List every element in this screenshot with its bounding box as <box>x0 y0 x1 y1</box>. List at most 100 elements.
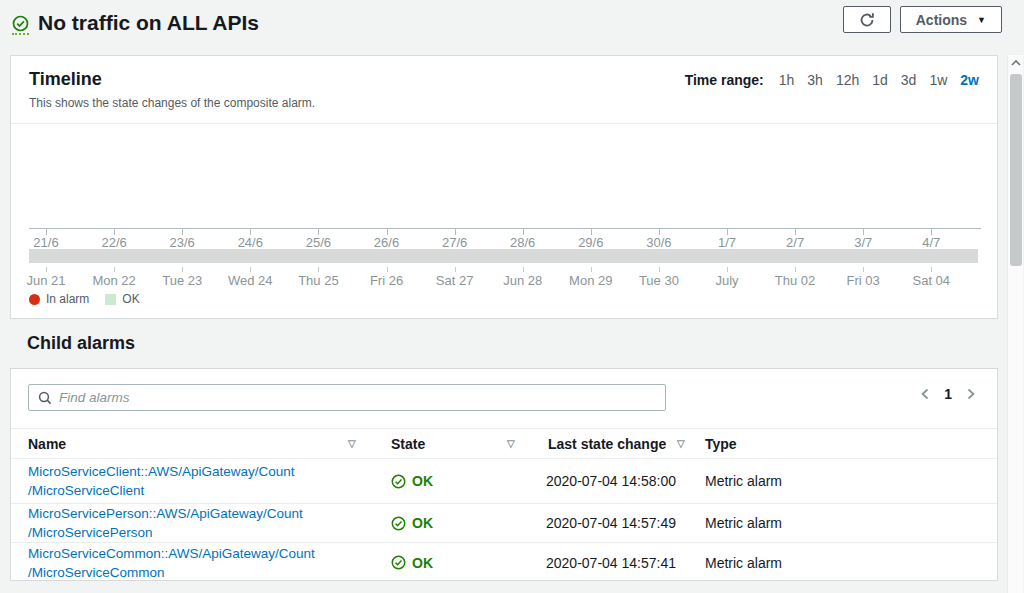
sort-icon-lsc[interactable]: ▽ <box>677 438 685 449</box>
alarm-name-line2[interactable]: /MicroServiceCommon <box>28 563 315 582</box>
alarm-state: OK <box>391 515 433 531</box>
axis-tick-label: Fri 26 <box>370 273 403 288</box>
legend-ok-marker <box>105 294 116 305</box>
axis-tick <box>114 267 115 272</box>
axis-tick-label: 22/6 <box>101 235 126 250</box>
alarm-name-line1[interactable]: MicroServiceCommon::AWS/ApiGateway/Count <box>28 544 315 563</box>
axis-tick <box>318 267 319 272</box>
table-header: Name ▽ State ▽ Last state change ▽ Type <box>11 428 997 459</box>
time-range-option-1w[interactable]: 1w <box>929 72 947 88</box>
child-alarms-panel: 1 Name ▽ State ▽ Last state change ▽ Type Micr… <box>10 368 998 581</box>
search-icon <box>38 391 52 405</box>
axis-tick-label: Mon 22 <box>92 273 135 288</box>
axis-tick <box>795 267 796 272</box>
time-range-option-1h[interactable]: 1h <box>779 72 795 88</box>
axis-tick-label: 28/6 <box>510 235 535 250</box>
alarm-state-label: OK <box>412 515 433 531</box>
timeline-chart[interactable] <box>29 124 981 228</box>
chevron-right-icon <box>965 387 977 401</box>
legend-in-alarm-marker <box>29 294 40 305</box>
refresh-button[interactable] <box>843 6 891 33</box>
scrollbar-up-arrow[interactable] <box>1008 59 1023 67</box>
axis-tick <box>387 267 388 272</box>
axis-tick <box>591 267 592 272</box>
column-header-lsc[interactable]: Last state change <box>548 436 666 452</box>
caret-down-icon: ▼ <box>977 15 986 25</box>
axis-tick-label: Tue 30 <box>639 273 679 288</box>
time-range-option-12h[interactable]: 12h <box>836 72 859 88</box>
find-alarms-input[interactable] <box>59 390 665 405</box>
ok-check-icon <box>391 555 406 570</box>
axis-tick-label: Sat 04 <box>913 273 951 288</box>
timeline-title: Timeline <box>29 69 315 90</box>
alarm-type: Metric alarm <box>705 555 782 571</box>
previous-page-button[interactable] <box>919 387 931 401</box>
axis-tick-label: Jun 28 <box>503 273 542 288</box>
last-state-change: 2020-07-04 14:58:00 <box>546 473 676 489</box>
page-title: No traffic on ALL APIs <box>38 11 259 35</box>
alarm-name-link[interactable]: MicroServiceCommon::AWS/ApiGateway/Count… <box>28 544 315 582</box>
alarm-state-label: OK <box>412 555 433 571</box>
sort-icon-state[interactable]: ▽ <box>507 438 515 449</box>
table-body: MicroServiceClient::AWS/ApiGateway/Count… <box>11 459 997 582</box>
alarm-detail-page: No traffic on ALL APIs Actions ▼ Timelin… <box>0 0 1024 593</box>
timeline-description: This shows the state changes of the comp… <box>29 96 315 110</box>
column-header-type: Type <box>705 436 737 452</box>
axis-tick <box>46 267 47 272</box>
alarm-name-line1[interactable]: MicroServiceClient::AWS/ApiGateway/Count <box>28 462 295 481</box>
axis-tick-label: 27/6 <box>442 235 467 250</box>
ok-check-icon <box>391 516 406 531</box>
table-row: MicroServiceClient::AWS/ApiGateway/Count… <box>11 459 997 504</box>
axis-tick-label: Fri 03 <box>847 273 880 288</box>
alarm-name-line2[interactable]: /MicroServiceClient <box>28 481 295 500</box>
refresh-icon <box>859 12 875 28</box>
alarm-name-line1[interactable]: MicroServicePerson::AWS/ApiGateway/Count <box>28 504 303 523</box>
axis-tick-label: 24/6 <box>238 235 263 250</box>
timeline-panel: Timeline This shows the state changes of… <box>10 55 998 319</box>
timeline-axis-bottom: Jun 21Mon 22Tue 23Wed 24Thu 25Fri 26Sat … <box>29 267 981 289</box>
axis-tick <box>182 267 183 272</box>
timeline-brush-bar[interactable] <box>29 249 978 263</box>
time-range-option-3d[interactable]: 3d <box>901 72 917 88</box>
last-state-change: 2020-07-04 14:57:49 <box>546 515 676 531</box>
timeline-panel-header: Timeline This shows the state changes of… <box>11 56 997 110</box>
axis-tick-label: Thu 25 <box>298 273 338 288</box>
axis-tick-label: 23/6 <box>170 235 195 250</box>
axis-tick-label: July <box>715 273 738 288</box>
axis-tick-label: Wed 24 <box>228 273 273 288</box>
column-header-state[interactable]: State <box>391 436 425 452</box>
page-header: No traffic on ALL APIs Actions ▼ <box>0 0 1024 46</box>
axis-tick <box>727 267 728 272</box>
alarm-name-link[interactable]: MicroServicePerson::AWS/ApiGateway/Count… <box>28 504 303 542</box>
column-header-name[interactable]: Name <box>28 436 66 452</box>
alarm-name-line2[interactable]: /MicroServicePerson <box>28 523 303 542</box>
table-row: MicroServiceCommon::AWS/ApiGateway/Count… <box>11 543 997 582</box>
axis-tick-label: 1/7 <box>718 235 736 250</box>
chevron-left-icon <box>919 387 931 401</box>
axis-tick-label: 4/7 <box>922 235 940 250</box>
pagination: 1 <box>919 386 977 402</box>
time-range-option-1d[interactable]: 1d <box>872 72 888 88</box>
child-alarms-title: Child alarms <box>27 333 135 354</box>
axis-tick-label: Jun 21 <box>26 273 65 288</box>
search-box <box>28 384 666 411</box>
axis-tick-label: Sat 27 <box>436 273 474 288</box>
actions-button[interactable]: Actions ▼ <box>900 6 1002 33</box>
current-page[interactable]: 1 <box>944 386 952 402</box>
vertical-scrollbar[interactable] <box>1007 55 1023 593</box>
axis-tick <box>931 267 932 272</box>
time-range-option-3h[interactable]: 3h <box>807 72 823 88</box>
axis-tick-label: 21/6 <box>33 235 58 250</box>
alarm-ok-status-icon <box>12 15 29 35</box>
next-page-button[interactable] <box>965 387 977 401</box>
table-row: MicroServicePerson::AWS/ApiGateway/Count… <box>11 504 997 543</box>
alarm-name-link[interactable]: MicroServiceClient::AWS/ApiGateway/Count… <box>28 462 295 500</box>
time-range-option-2w[interactable]: 2w <box>960 72 979 88</box>
axis-tick-label: 2/7 <box>786 235 804 250</box>
sort-icon-name[interactable]: ▽ <box>348 438 356 449</box>
legend-item: OK <box>105 292 139 306</box>
legend-label: OK <box>122 292 139 306</box>
axis-tick-label: 25/6 <box>306 235 331 250</box>
time-range-label: Time range: <box>685 72 764 88</box>
scrollbar-thumb[interactable] <box>1010 74 1022 266</box>
